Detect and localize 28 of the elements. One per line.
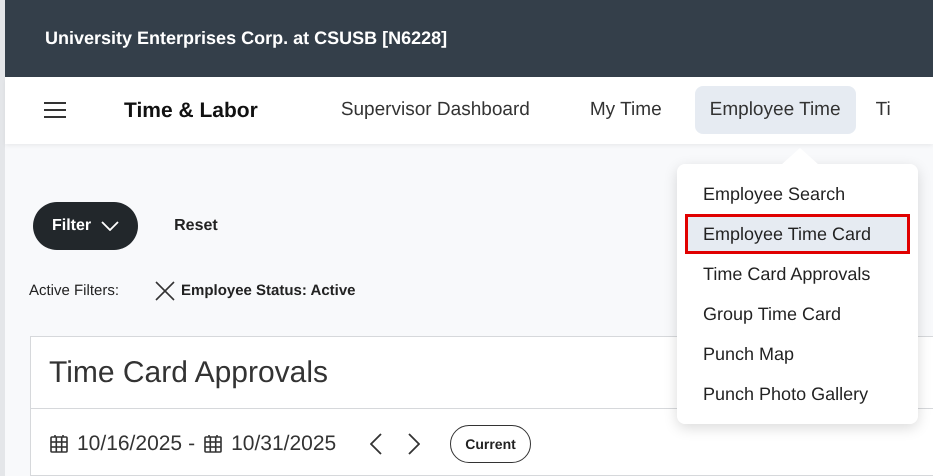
reset-button[interactable]: Reset [160,208,232,244]
dropdown-item[interactable]: Group Time Card [685,294,910,334]
chevron-down-icon [101,220,120,230]
card-title: Time Card Approvals [49,355,328,391]
filter-button[interactable]: Filter [33,202,138,250]
dropdown-item[interactable]: Punch Map [685,334,910,374]
nav-tab[interactable]: Employee Time [694,86,856,134]
dropdown-item[interactable]: Employee Search [685,174,910,214]
active-filter-label: Employee Status: Active [181,280,356,300]
date-separator: - [188,431,196,458]
dropdown-item[interactable]: Punch Photo Gallery [685,374,910,414]
calendar-icon[interactable] [203,434,224,454]
chevron-right-icon[interactable] [408,433,420,455]
nav-tab[interactable]: Supervisor Dashboard [326,86,545,134]
end-date[interactable]: 10/31/2025 [231,428,336,460]
start-date[interactable]: 10/16/2025 [77,428,182,460]
nav-tab[interactable]: Ti [876,86,893,134]
dropdown-item[interactable]: Employee Time Card [685,214,910,254]
calendar-icon[interactable] [49,434,69,454]
nav-tab[interactable]: My Time [574,86,677,134]
current-button[interactable]: Current [450,425,531,463]
menu-icon[interactable] [44,101,66,120]
close-icon[interactable] [155,280,176,301]
chevron-left-icon[interactable] [370,433,382,455]
organization-name: University Enterprises Corp. at CSUSB [N6228] [45,27,448,50]
dropdown-item[interactable]: Time Card Approvals [685,254,910,294]
active-filters-label: Active Filters: [29,280,120,300]
app-title: Time & Labor [124,98,258,124]
